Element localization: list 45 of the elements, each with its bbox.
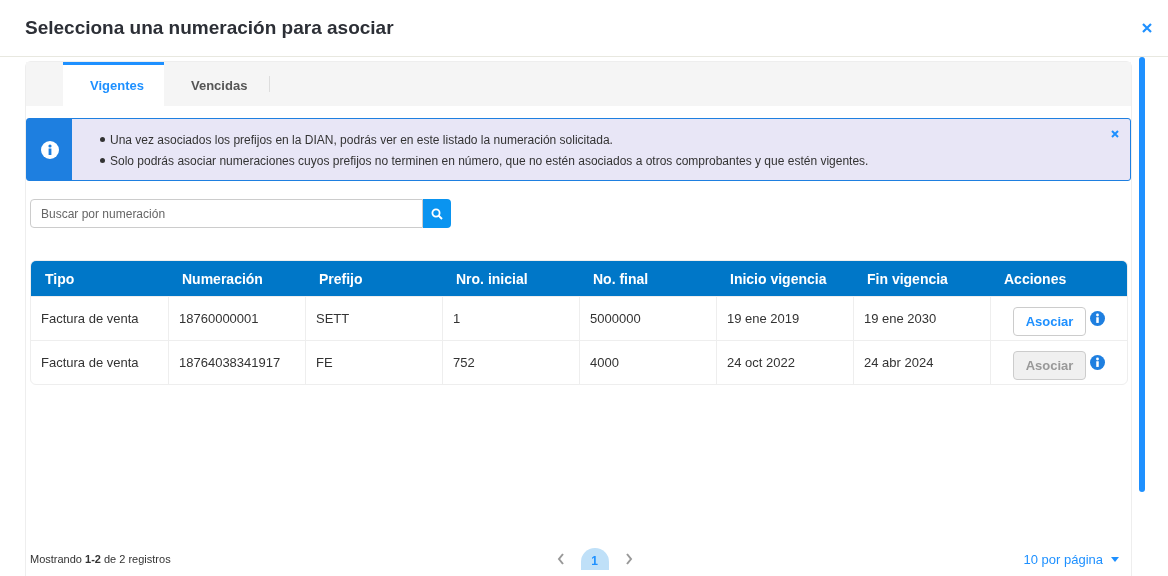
table-cell: FE [305,341,442,384]
tab[interactable]: Vencidas [164,62,265,106]
scrollbar[interactable] [1139,57,1145,492]
info-icon[interactable] [1090,355,1105,370]
bullet-icon [100,158,105,163]
page-size-dropdown[interactable]: 10 por página [879,551,1119,567]
column-header: Prefijo [318,270,364,287]
table-cell: 1 [442,297,579,340]
alert-text: Solo podrás asociar numeraciones cuyos prefijos no terminen en número, que no estén asociados a otros comprobantes y que estén vigentes. [110,153,869,168]
table-cell: 18760000001 [168,297,305,340]
search-icon [431,207,443,220]
column-header: Acciones [1003,270,1068,287]
dialog-title: Selecciona una numeración para asociar [25,17,394,39]
associate-button[interactable]: Asociar [1013,307,1086,336]
close-icon[interactable] [1111,130,1119,138]
close-icon[interactable] [1142,23,1152,33]
column-header: Nro. inicial [455,270,529,287]
chevron-right-icon[interactable] [624,553,633,565]
chevron-left-icon[interactable] [556,553,565,565]
column-header: No. final [592,270,650,287]
table-cell: 752 [442,341,579,384]
search-button[interactable] [423,199,451,228]
column-header: Inicio vigencia [729,270,828,287]
info-icon [40,140,59,159]
column-header: Numeración [181,270,264,287]
table-cell: 24 oct 2022 [716,341,853,384]
table-cell: 4000 [579,341,716,384]
table-cell: 18764038341917 [168,341,305,384]
page-button[interactable]: 1 [580,548,609,570]
search-field[interactable]: Buscar por numeración [30,199,423,228]
table-cell: 5000000 [579,297,716,340]
column-header: Tipo [44,270,76,287]
table-cell-text: Factura de venta [40,310,140,328]
tab[interactable]: Vigentes [63,62,164,106]
table-cell: 24 abr 2024 [853,341,990,384]
table-cell: SETT [305,297,442,340]
table-cell: 19 ene 2030 [853,297,990,340]
records-summary: Mostrando 1-2 de 2 registros [30,553,172,565]
table-cell: 19 ene 2019 [716,297,853,340]
info-icon[interactable] [1090,311,1105,326]
bullet-icon [100,137,105,142]
caret-icon [1111,556,1119,562]
alert-text: Una vez asociados los prefijos en la DIAN, podrás ver en este listado la numeración solicitada. [110,132,613,147]
column-header: Fin vigencia [866,270,949,287]
table-cell-text: Factura de venta [40,354,140,372]
